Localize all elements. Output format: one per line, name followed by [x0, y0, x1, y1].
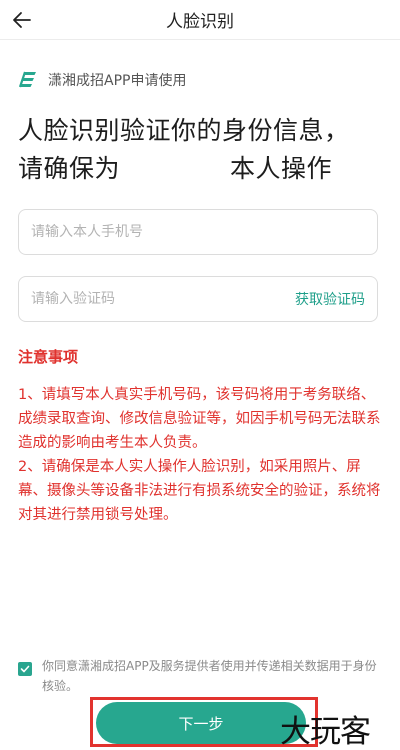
- phone-input[interactable]: [31, 224, 365, 240]
- notice-item-2: 2、请确保是本人实人操作人脸识别，如采用照片、屏幕、摄像头等设备非法进行有损系统…: [18, 459, 381, 523]
- top-bar: 人脸识别: [0, 0, 400, 40]
- consent-checkbox[interactable]: [18, 662, 32, 676]
- check-icon: [20, 665, 30, 673]
- watermark-logo: 大玩客: [280, 714, 371, 750]
- headline-prefix: 请确保为: [18, 154, 121, 183]
- verification-code-input[interactable]: [31, 291, 295, 307]
- consent-row: 你同意潇湘成招APP及服务提供者使用并传递相关数据用于身份核验。: [18, 656, 384, 696]
- get-code-button[interactable]: 获取验证码: [295, 289, 365, 309]
- consent-text: 你同意潇湘成招APP及服务提供者使用并传递相关数据用于身份核验。: [42, 659, 377, 693]
- page-title: 人脸识别: [166, 12, 234, 32]
- notice-item-1: 1、请填写本人真实手机号码，该号码将用于考务联络、成绩录取查询、修改信息验证等，…: [18, 387, 381, 451]
- code-field: 获取验证码: [18, 276, 378, 322]
- app-label: 潇湘成招APP申请使用: [48, 73, 187, 89]
- headline-line-1: 人脸识别验证你的身份信息，: [18, 116, 350, 145]
- phone-field: [18, 209, 378, 255]
- back-button[interactable]: [8, 6, 36, 34]
- next-step-button[interactable]: 下一步: [96, 702, 306, 744]
- headline-suffix: 本人操作: [230, 154, 333, 183]
- notice-body: 1、请填写本人真实手机号码，该号码将用于考务联络、成绩录取查询、修改信息验证等，…: [18, 383, 384, 527]
- notice-title: 注意事项: [18, 348, 79, 366]
- app-source: 潇湘成招APP申请使用: [18, 68, 186, 92]
- arrow-left-icon: [13, 12, 31, 28]
- headline: 人脸识别验证你的身份信息， 请确保为 本人操作: [18, 112, 388, 188]
- headline-line-2: 请确保为 本人操作: [18, 150, 388, 188]
- app-logo-icon: [18, 69, 40, 91]
